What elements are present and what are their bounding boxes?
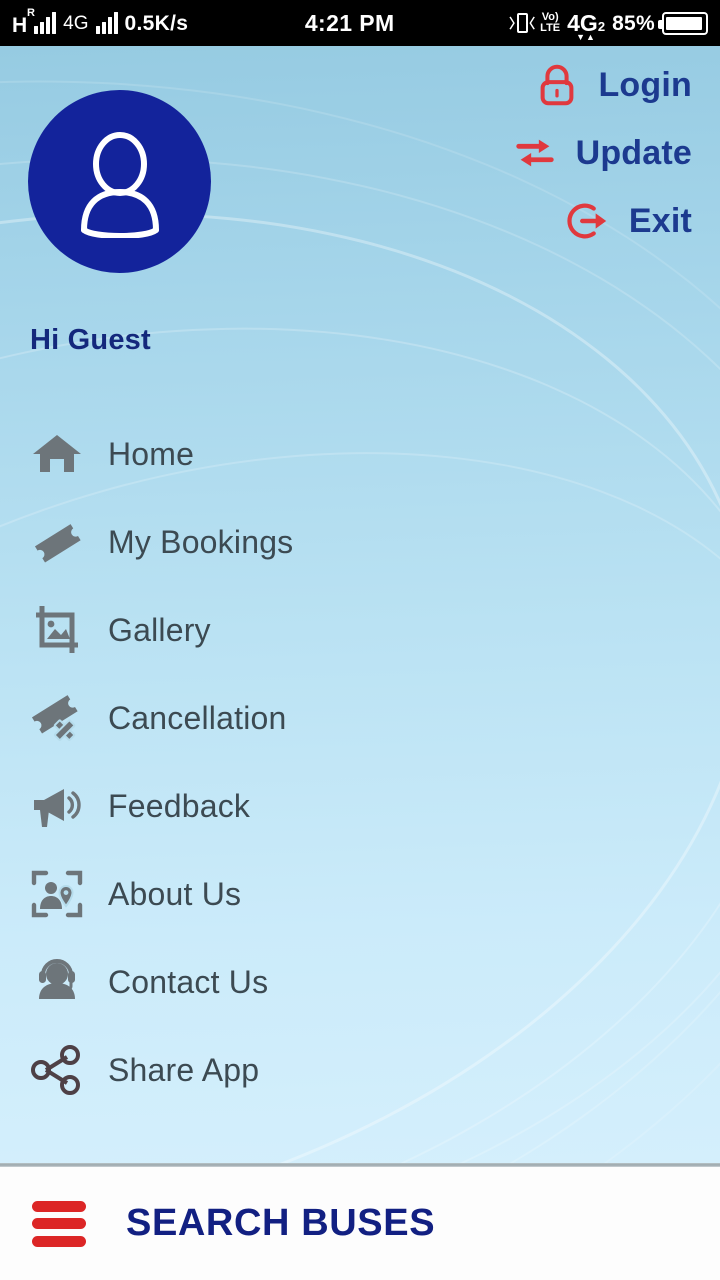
- menu-item-share-app[interactable]: Share App: [0, 1026, 720, 1114]
- network-type-label: H: [12, 14, 28, 37]
- status-bar-right: 〉〈 Vo) LTE 4G 2 ▼▲ 85%: [509, 10, 720, 41]
- battery-icon: [658, 11, 708, 35]
- hamburger-menu-icon[interactable]: [32, 1200, 86, 1247]
- login-label: Login: [598, 66, 692, 104]
- menu-label: My Bookings: [108, 524, 294, 560]
- ticket-cancel-icon: [28, 689, 86, 747]
- menu-item-home[interactable]: Home: [0, 410, 720, 498]
- lock-icon: [541, 64, 574, 106]
- clock-label: 4:21 PM: [304, 9, 395, 36]
- volte-bottom-label: LTE: [540, 22, 561, 34]
- menu-label: Gallery: [108, 612, 211, 648]
- account-actions: Login Update Exit: [512, 62, 692, 244]
- drawer-menu: Home My Bookings Gallery Cancellation Fe…: [0, 410, 720, 1114]
- status-bar-left: H R 4G 0.5K/s: [0, 8, 189, 37]
- data-speed-label: 0.5K/s: [124, 11, 189, 35]
- page-title: SEARCH BUSES: [126, 1202, 436, 1244]
- exit-button[interactable]: Exit: [565, 198, 692, 244]
- megaphone-icon: [28, 777, 86, 835]
- menu-item-my-bookings[interactable]: My Bookings: [0, 498, 720, 586]
- ticket-icon: [28, 513, 86, 571]
- vibrate-icon: 〉〈: [509, 10, 535, 36]
- sim-network-icon: 4G 2 ▼▲: [567, 11, 606, 41]
- image-crop-icon: [28, 601, 86, 659]
- bottom-bar: SEARCH BUSES: [0, 1167, 720, 1280]
- update-button[interactable]: Update: [512, 130, 692, 176]
- swap-arrows-icon: [515, 139, 554, 167]
- app-screen: H R 4G 0.5K/s 4:21 PM 〉〈 Vo) LTE 4G 2 ▼▲: [0, 0, 720, 1280]
- home-icon: [28, 425, 86, 483]
- battery-percent-label: 85%: [612, 11, 655, 35]
- network-type-h-icon: H R: [12, 8, 35, 37]
- person-location-icon: [28, 865, 86, 923]
- menu-label: About Us: [108, 876, 242, 912]
- roaming-label: R: [27, 7, 35, 19]
- headset-person-icon: [28, 953, 86, 1011]
- menu-label: Cancellation: [108, 700, 287, 736]
- volte-icon: Vo) LTE: [540, 12, 560, 34]
- status-bar-center: 4:21 PM: [188, 10, 511, 37]
- greeting-label: Hi Guest: [30, 324, 151, 356]
- network-type-2-label: 4G: [63, 12, 89, 34]
- menu-label: Home: [108, 436, 195, 472]
- menu-label: Share App: [108, 1052, 260, 1088]
- menu-label: Feedback: [108, 788, 251, 824]
- user-avatar-icon: [80, 131, 159, 238]
- menu-item-cancellation[interactable]: Cancellation: [0, 674, 720, 762]
- menu-item-about-us[interactable]: About Us: [0, 850, 720, 938]
- share-network-icon: [28, 1041, 86, 1099]
- update-label: Update: [575, 134, 692, 172]
- sim-index-label: 2: [597, 18, 606, 34]
- login-button[interactable]: Login: [534, 62, 692, 108]
- menu-item-feedback[interactable]: Feedback: [0, 762, 720, 850]
- logout-icon: [567, 203, 607, 239]
- menu-item-gallery[interactable]: Gallery: [0, 586, 720, 674]
- menu-item-contact-us[interactable]: Contact Us: [0, 938, 720, 1026]
- signal-bars-sim2-icon: [95, 12, 118, 34]
- data-arrows-label: ▼▲: [576, 31, 596, 42]
- avatar[interactable]: [28, 90, 211, 273]
- navigation-drawer: Login Update Exit Hi Guest Home My Booki…: [0, 46, 720, 1166]
- exit-label: Exit: [628, 202, 692, 240]
- signal-bars-sim1-icon: [34, 12, 57, 34]
- menu-label: Contact Us: [108, 964, 269, 1000]
- status-bar: H R 4G 0.5K/s 4:21 PM 〉〈 Vo) LTE 4G 2 ▼▲: [0, 0, 720, 46]
